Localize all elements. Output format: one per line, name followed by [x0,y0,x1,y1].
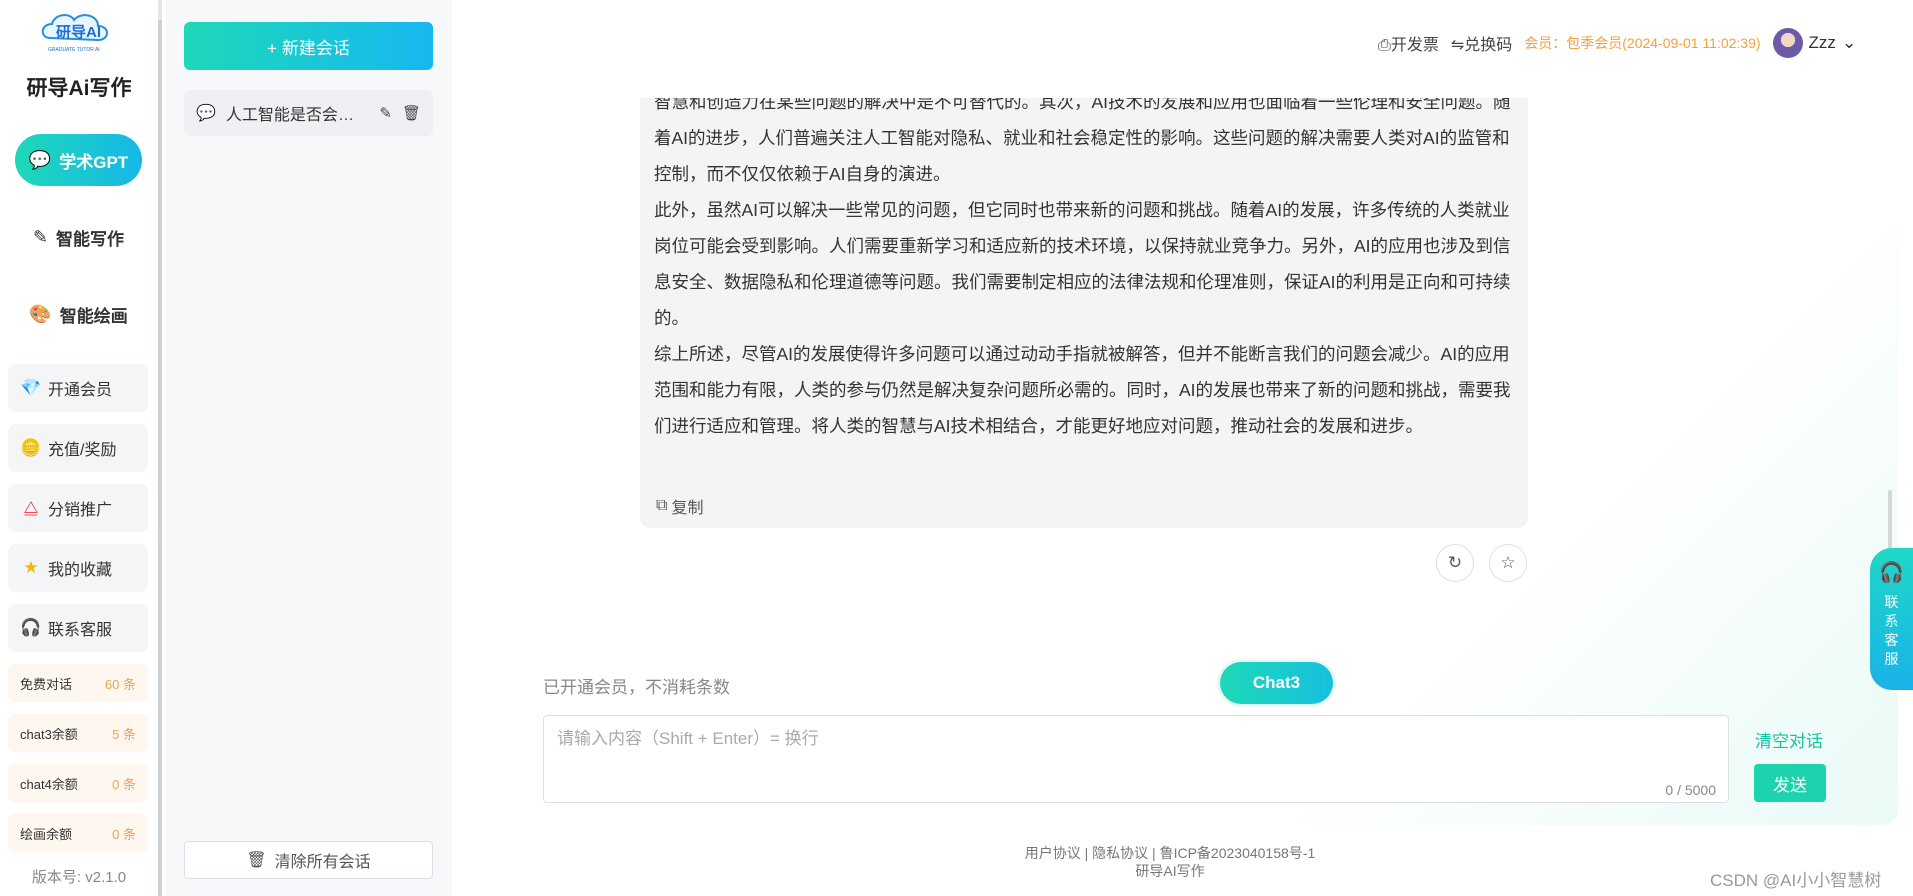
chat-scrollbar[interactable] [1888,490,1892,550]
chevron-down-icon: ⌄ [1841,33,1857,52]
username: Zzz [1808,33,1836,52]
invoice-link[interactable]: ⎙开发票 [1378,31,1439,55]
nav-card-label: 我的收藏 [48,562,113,579]
chat-bubble-icon: 💬 [28,149,52,170]
exchange-icon: ⇋ [1450,37,1465,54]
membership-status: 会员：包季会员(2024-09-01 11:02:39) [1524,35,1761,51]
edit-icon[interactable]: ✎ [379,104,392,122]
clear-all-conversations-button[interactable]: 🗑 清除所有会话 [184,841,433,879]
member-note: 已开通会员，不消耗条数 [543,678,730,697]
quota-chat4: chat4余额 0 条 [8,764,148,802]
nav-scrollbar[interactable] [158,20,162,896]
service-char: 服 [1884,651,1899,667]
nav-label: 智能绘画 [59,306,128,326]
nav-label: 智能写作 [56,229,125,249]
answer-paragraph: 智慧和创造力在某些问题的解决中是不可替代的。其次，AI技术的发展和应用也面临着一… [654,98,1511,184]
nav-academic-gpt[interactable]: 💬 学术GPT [15,134,142,186]
answer-paragraph: 综上所述，尽管AI的发展使得许多问题可以通过动动手指就被解答，但并不能断言我们的… [654,344,1511,436]
ai-answer-bubble: 智慧和创造力在某些问题的解决中是不可替代的。其次，AI技术的发展和应用也面临着一… [640,98,1528,528]
quota-free-chat: 免费对话 60 条 [8,664,148,702]
nav-distribution[interactable]: ⧋ 分销推广 [8,484,148,532]
trash-icon[interactable]: 🗑 [402,104,421,122]
redeem-label: 兑换码 [1464,37,1513,54]
copy-button[interactable]: ⧉ 复制 [656,494,703,518]
svg-text:GRADUATE TUTOR AI: GRADUATE TUTOR AI [48,47,100,53]
model-selector[interactable]: Chat3 [1220,662,1333,704]
favorite-button[interactable]: ☆ [1489,544,1527,582]
nav-label: 学术GPT [59,152,129,172]
service-char: 客 [1884,632,1899,648]
app-logo: 研导AI GRADUATE TUTOR AI [41,14,108,53]
headset-icon: 🎧 [1879,562,1904,584]
nav-membership[interactable]: 💎 开通会员 [8,364,148,412]
quota-label: chat3余额 [20,726,78,742]
invoice-label: 开发票 [1390,37,1439,54]
quota-label: 免费对话 [20,676,73,692]
nav-card-label: 联系客服 [48,622,113,639]
quota-value: 5 条 [112,726,136,742]
pencil-icon: ✎ [32,226,49,247]
footer-brand: 研导AI写作 [1135,863,1205,879]
clear-all-label: 清除所有会话 [274,854,371,871]
service-char: 联 [1884,594,1899,610]
nav-contact-service[interactable]: 🎧 联系客服 [8,604,148,652]
header-actions: ⎙开发票 ⇋兑换码 会员：包季会员(2024-09-01 11:02:39) Z… [1378,28,1856,58]
share-tree-icon: ⧋ [23,498,39,517]
answer-paragraph: 此外，虽然AI可以解决一些常见的问题，但它同时也带来新的问题和挑战。随着AI的发… [654,200,1511,328]
palette-icon: 🎨 [29,303,52,324]
contact-service-float[interactable]: 🎧 联 系 客 服 [1870,548,1913,690]
nav-smart-writing[interactable]: ✎ 智能写作 [15,211,142,263]
quota-value: 0 条 [112,826,136,842]
footer: 用户协议 | 隐私协议 | 鲁ICP备2023040158号-1 研导AI写作 [970,844,1370,880]
printer-icon: ⎙ [1378,37,1391,54]
app-title: 研导Ai写作 [26,77,132,100]
star-outline-icon: ☆ [1500,553,1516,572]
trash-icon: 🗑 [246,852,267,869]
clear-chat-link[interactable]: 清空对话 [1755,727,1823,752]
new-conversation-button[interactable]: + 新建会话 [184,22,433,70]
version-label: 版本号: v2.1.0 [31,869,127,886]
conversation-panel: + 新建会话 💬 人工智能是否会威胁人类 ✎ 🗑 🗑 清除所有会话 [166,0,452,896]
nav-card-label: 开通会员 [48,382,113,399]
contact-service-label: 联 系 客 服 [1885,593,1899,669]
avatar [1772,28,1803,58]
left-nav: 研导AI GRADUATE TUTOR AI 研导Ai写作 💬 学术GPT ✎ … [0,0,162,896]
service-char: 系 [1884,613,1899,629]
copy-icon: ⧉ [656,497,668,514]
conversation-title: 人工智能是否会威胁人类 [225,107,370,124]
quota-painting: 绘画余额 0 条 [8,814,148,852]
quota-chat3: chat3余额 5 条 [8,714,148,752]
nav-card-label: 充值/奖励 [48,442,117,459]
quota-label: 绘画余额 [20,826,73,842]
watermark: CSDN @AI小小智慧树 [1710,871,1882,890]
conversation-item[interactable]: 💬 人工智能是否会威胁人类 ✎ 🗑 [184,90,433,136]
regenerate-button[interactable]: ↻ [1436,544,1474,582]
copy-label: 复制 [671,500,704,517]
char-counter: 0 / 5000 [1665,782,1716,798]
nav-favorites[interactable]: ★ 我的收藏 [8,544,148,592]
message-input[interactable] [544,716,1728,802]
quota-value: 60 条 [104,676,136,692]
star-icon: ★ [23,558,39,577]
send-button[interactable]: 发送 [1754,764,1826,802]
quota-label: chat4余额 [20,776,78,792]
refresh-icon: ↻ [1447,553,1463,572]
nav-recharge[interactable]: 🪙 充值/奖励 [8,424,148,472]
chat-bubble-icon: 💬 [196,105,216,122]
nav-card-label: 分销推广 [48,502,113,519]
nav-smart-painting[interactable]: 🎨 智能绘画 [15,288,142,340]
user-menu[interactable]: Zzz ⌄ [1772,28,1857,58]
redeem-link[interactable]: ⇋兑换码 [1451,31,1512,55]
quota-value: 0 条 [112,776,136,792]
footer-links[interactable]: 用户协议 | 隐私协议 | 鲁ICP备2023040158号-1 [970,844,1370,862]
headset-icon: 🎧 [20,618,42,637]
diamond-icon: 💎 [20,378,42,397]
message-input-box: 0 / 5000 [543,715,1729,803]
svg-text:研导AI: 研导AI [56,24,101,41]
coin-icon: 🪙 [20,438,42,457]
